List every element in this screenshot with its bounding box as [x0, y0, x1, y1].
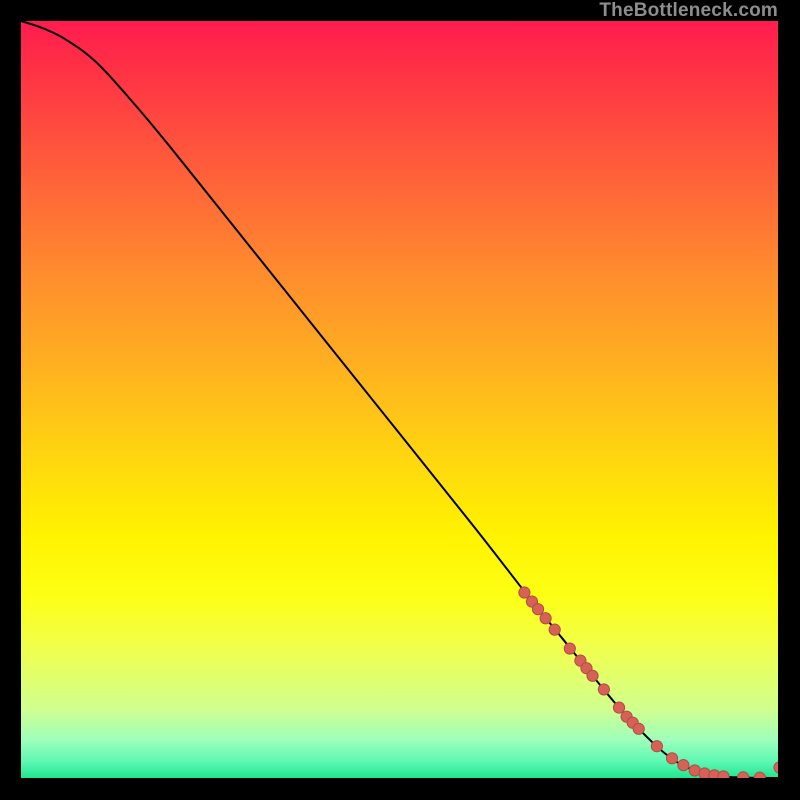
data-point	[666, 753, 677, 764]
chart-plot-area	[21, 21, 778, 778]
data-point	[587, 670, 598, 681]
data-point	[738, 772, 749, 778]
data-point	[564, 643, 575, 654]
chart-stage: TheBottleneck.com	[0, 0, 800, 800]
data-point	[532, 604, 543, 615]
points-layer	[519, 587, 778, 778]
data-point	[519, 587, 530, 598]
data-point	[754, 772, 765, 778]
data-point	[774, 762, 778, 773]
data-point	[678, 760, 689, 771]
data-point	[540, 613, 551, 624]
data-point	[718, 771, 729, 778]
data-point	[613, 702, 624, 713]
curve-layer	[21, 21, 778, 778]
data-point	[598, 684, 609, 695]
data-point	[549, 624, 560, 635]
data-point	[651, 741, 662, 752]
watermark-text: TheBottleneck.com	[599, 0, 778, 22]
chart-svg	[21, 21, 778, 778]
data-point	[633, 723, 644, 734]
curve-path	[21, 21, 778, 778]
